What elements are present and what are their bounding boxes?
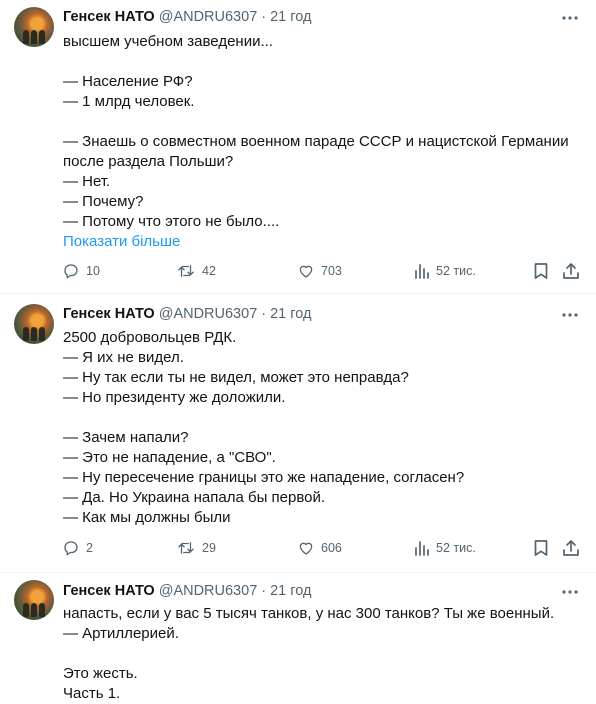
tweet-line: — Я их не видел. <box>63 349 184 366</box>
tweet-line <box>63 408 583 428</box>
bookmark-icon[interactable] <box>533 538 549 558</box>
author-handle[interactable]: @ANDRU6307 <box>159 306 258 322</box>
tweet-line: — Почему? <box>63 193 144 210</box>
reply-button[interactable]: 2 <box>62 538 93 558</box>
repost-count: 29 <box>202 541 216 555</box>
views-icon <box>414 262 430 280</box>
share-icon[interactable] <box>562 261 580 281</box>
tweet-line: — Ну так если ты не видел, может это неп… <box>63 369 409 386</box>
tweet-text: высшем учебном заведении... — Население … <box>63 32 583 252</box>
reply-button[interactable]: 10 <box>62 261 100 281</box>
tweet[interactable]: Генсек НАТО @ANDRU6307 · 21 год напасть,… <box>0 572 596 702</box>
repost-button[interactable]: 42 <box>176 261 216 281</box>
reply-icon <box>62 262 80 280</box>
tweet-line: высшем учебном заведении... <box>63 33 273 50</box>
repost-icon <box>176 262 196 280</box>
views-icon <box>414 539 430 557</box>
tweet-line: — Ну пересечение границы это же нападени… <box>63 469 465 486</box>
timestamp[interactable]: 21 год <box>270 583 311 599</box>
like-icon <box>297 262 315 280</box>
tweet-actions: 2 29 606 52 тис. <box>62 538 582 558</box>
tweet-line: Часть 1. <box>63 685 121 702</box>
tweet-line: — Это не нападение, а "СВО". <box>63 449 276 466</box>
reply-icon <box>62 539 80 557</box>
like-icon <box>297 539 315 557</box>
timestamp[interactable]: 21 год <box>270 306 311 322</box>
tweet[interactable]: Генсек НАТО @ANDRU6307 · 21 год высшем у… <box>0 0 596 293</box>
avatar[interactable] <box>14 580 54 620</box>
avatar[interactable] <box>14 304 54 344</box>
tweet-line: напасть, если у вас 5 тысяч танков, у на… <box>63 605 555 622</box>
author-handle[interactable]: @ANDRU6307 <box>159 9 258 25</box>
like-count: 606 <box>321 541 342 555</box>
separator-dot: · <box>261 583 267 599</box>
share-icon[interactable] <box>562 538 580 558</box>
tweet-line: после раздела Польши? <box>63 153 234 170</box>
author-handle[interactable]: @ANDRU6307 <box>159 583 258 599</box>
more-icon[interactable] <box>560 582 580 602</box>
tweet-header: Генсек НАТО @ANDRU6307 · 21 год <box>63 304 311 324</box>
tweet-line: — Зачем напали? <box>63 429 189 446</box>
tweet-line <box>63 52 583 72</box>
tweet-line: 2500 добровольцев РДК. <box>63 329 237 346</box>
tweet-line: — 1 млрд человек. <box>63 93 195 110</box>
like-button[interactable]: 606 <box>297 538 342 558</box>
views-count: 52 тис. <box>436 264 476 278</box>
show-more-link[interactable]: Показати більше <box>63 232 583 252</box>
tweet-text: 2500 добровольцев РДК. — Я их не видел. … <box>63 328 583 528</box>
views-button[interactable]: 52 тис. <box>414 538 476 558</box>
views-button[interactable]: 52 тис. <box>414 261 476 281</box>
tweet-header: Генсек НАТО @ANDRU6307 · 21 год <box>63 7 311 27</box>
tweet-feed: Генсек НАТО @ANDRU6307 · 21 год высшем у… <box>0 0 596 702</box>
reply-count: 2 <box>86 541 93 555</box>
repost-count: 42 <box>202 264 216 278</box>
tweet-actions: 10 42 703 52 тис. <box>62 261 582 281</box>
tweet-line: — Но президенту же доложили. <box>63 389 286 406</box>
tweet-line: — Потому что этого не было.... <box>63 213 280 230</box>
tweet-line: — Да. Но Украина напала бы первой. <box>63 489 326 506</box>
tweet-text: напасть, если у вас 5 тысяч танков, у на… <box>63 604 583 704</box>
tweet-line: — Как мы должны были <box>63 509 231 526</box>
more-icon[interactable] <box>560 305 580 325</box>
tweet-line: — Нет. <box>63 173 111 190</box>
author-name[interactable]: Генсек НАТО <box>63 583 155 599</box>
separator-dot: · <box>261 306 267 322</box>
reply-count: 10 <box>86 264 100 278</box>
tweet-line: — Население РФ? <box>63 73 193 90</box>
tweet-header: Генсек НАТО @ANDRU6307 · 21 год <box>63 581 311 601</box>
timestamp[interactable]: 21 год <box>270 9 311 25</box>
avatar[interactable] <box>14 7 54 47</box>
tweet-line <box>63 112 583 132</box>
tweet-line: Это жесть. <box>63 665 138 682</box>
tweet-line: — Знаешь о совместном военном параде ССС… <box>63 133 569 150</box>
separator-dot: · <box>261 9 267 25</box>
author-name[interactable]: Генсек НАТО <box>63 9 155 25</box>
more-icon[interactable] <box>560 8 580 28</box>
like-button[interactable]: 703 <box>297 261 342 281</box>
author-name[interactable]: Генсек НАТО <box>63 306 155 322</box>
bookmark-icon[interactable] <box>533 261 549 281</box>
repost-icon <box>176 539 196 557</box>
like-count: 703 <box>321 264 342 278</box>
tweet[interactable]: Генсек НАТО @ANDRU6307 · 21 год 2500 доб… <box>0 293 596 572</box>
repost-button[interactable]: 29 <box>176 538 216 558</box>
tweet-line: — Артиллерией. <box>63 625 179 642</box>
views-count: 52 тис. <box>436 541 476 555</box>
tweet-line <box>63 644 583 664</box>
